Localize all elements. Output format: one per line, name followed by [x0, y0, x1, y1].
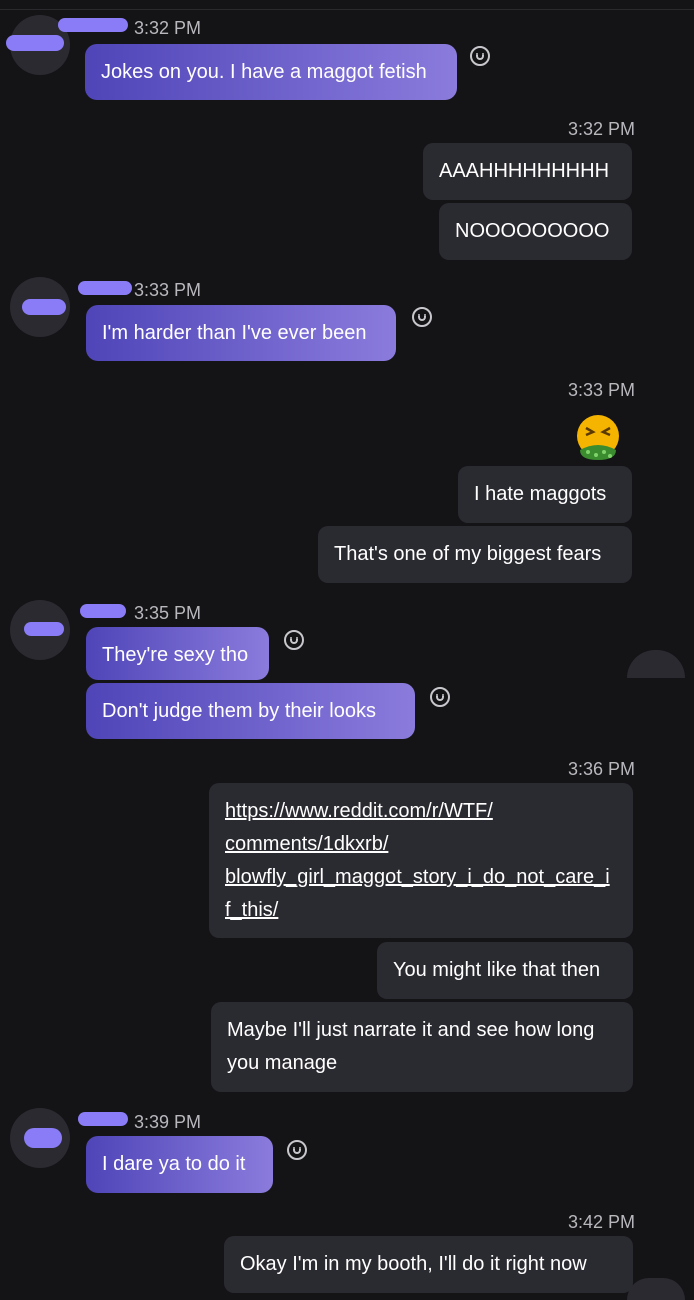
timestamp: 3:32 PM [134, 18, 202, 38]
add-reaction-icon[interactable] [287, 1140, 307, 1160]
incoming-message[interactable]: They're sexy tho [86, 627, 269, 680]
add-reaction-icon[interactable] [430, 687, 450, 707]
outgoing-message[interactable]: You might like that then [377, 942, 633, 999]
outgoing-message[interactable]: I hate maggots [458, 466, 632, 523]
timestamp: 3:33 PM [134, 280, 202, 300]
nauseated-face-icon [577, 415, 619, 460]
outgoing-message[interactable]: Maybe I'll just narrate it and see how l… [211, 1002, 633, 1092]
avatar[interactable] [10, 600, 70, 660]
timestamp: 3:32 PM [568, 119, 636, 139]
timestamp: 3:39 PM [134, 1112, 202, 1132]
message-line: Maybe I'll just narrate it and see how l… [227, 1019, 595, 1041]
add-reaction-icon[interactable] [470, 46, 490, 66]
incoming-message[interactable]: Don't judge them by their looks [86, 683, 415, 739]
add-reaction-icon[interactable] [412, 307, 432, 327]
reddit-link[interactable]: f_this/ [225, 894, 617, 927]
outgoing-message[interactable]: That's one of my biggest fears [318, 526, 632, 583]
redaction-mark [24, 622, 64, 636]
incoming-message[interactable]: I'm harder than I've ever been [86, 305, 396, 361]
timestamp: 3:33 PM [568, 380, 636, 400]
outgoing-message[interactable]: Okay I'm in my booth, I'll do it right n… [224, 1236, 633, 1293]
redaction-mark [24, 1128, 62, 1148]
outgoing-link-message[interactable]: https://www.reddit.com/r/WTF/ comments/1… [209, 783, 633, 938]
scroll-button[interactable] [627, 650, 685, 678]
redaction-mark [22, 299, 66, 315]
redacted-sender-name [78, 281, 132, 295]
scroll-button[interactable] [627, 1278, 685, 1300]
incoming-message[interactable]: I dare ya to do it [86, 1136, 273, 1193]
add-reaction-icon[interactable] [284, 630, 304, 650]
reddit-link[interactable]: https://www.reddit.com/r/WTF/ [225, 795, 617, 828]
avatar[interactable] [10, 277, 70, 337]
redacted-sender-name [80, 604, 126, 618]
outgoing-message[interactable]: NOOOOOOOOO [439, 203, 632, 260]
reddit-link[interactable]: comments/1dkxrb/ [225, 828, 617, 861]
avatar[interactable] [10, 1108, 70, 1168]
message-line: you manage [227, 1052, 338, 1074]
top-divider [0, 9, 694, 10]
redacted-sender-name [78, 1112, 128, 1126]
reddit-link[interactable]: blowfly_girl_maggot_story_i_do_not_care_… [225, 861, 617, 894]
incoming-message[interactable]: Jokes on you. I have a maggot fetish [85, 44, 457, 100]
redacted-sender-name [58, 18, 128, 32]
outgoing-message[interactable]: AAAHHHHHHHHH [423, 143, 632, 200]
timestamp: 3:36 PM [568, 759, 636, 779]
redaction-mark [6, 35, 64, 51]
timestamp: 3:35 PM [134, 603, 202, 623]
timestamp: 3:42 PM [568, 1212, 636, 1232]
